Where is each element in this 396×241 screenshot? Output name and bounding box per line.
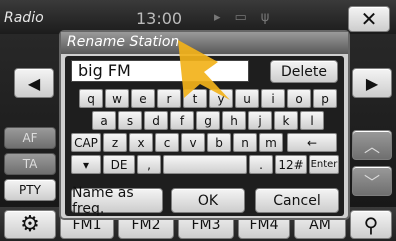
key-q[interactable]: q — [79, 89, 103, 108]
name-as-freq-button[interactable]: Name as freq. — [71, 185, 163, 217]
status-bar: Radio 13:00 ▸▭ψ — [0, 0, 396, 34]
key-x[interactable]: x — [129, 133, 153, 152]
close-icon: ✕ — [360, 7, 378, 31]
key-v[interactable]: v — [181, 133, 205, 152]
key-b[interactable]: b — [207, 133, 231, 152]
key-k[interactable]: k — [274, 111, 298, 130]
cancel-button[interactable]: Cancel — [255, 188, 339, 213]
search-button[interactable]: ⚲ — [350, 210, 392, 239]
scroll-up-button[interactable]: ︿ — [352, 130, 392, 160]
key-n[interactable]: n — [233, 133, 257, 152]
chevron-down-icon: ﹀ — [363, 173, 380, 192]
key-j[interactable]: j — [248, 111, 272, 130]
ok-button[interactable]: OK — [171, 188, 245, 213]
pointer-arrow-shape — [178, 40, 230, 100]
delete-label: Delete — [281, 63, 327, 80]
ok-label: OK — [197, 192, 219, 209]
close-button[interactable]: ✕ — [348, 6, 390, 32]
key-m[interactable]: m — [259, 133, 283, 152]
arrow-right-icon: ▶ — [365, 73, 379, 93]
caret-down-icon: ▾ — [82, 157, 90, 172]
cancel-label: Cancel — [273, 192, 321, 209]
next-station-button[interactable]: ▶ — [352, 68, 392, 98]
pointer-arrow-icon — [178, 40, 230, 100]
scroll-down-button[interactable]: ﹀ — [352, 166, 392, 196]
key-l[interactable]: l — [300, 111, 324, 130]
key-enter[interactable]: Enter — [309, 155, 339, 174]
name-as-freq-label: Name as freq. — [72, 184, 134, 217]
backspace-key[interactable]: ← — [287, 133, 337, 152]
status-icons: ▸▭ψ — [214, 10, 284, 25]
search-icon: ⚲ — [363, 212, 379, 237]
pty-button[interactable]: PTY — [4, 179, 56, 201]
key-c[interactable]: c — [155, 133, 179, 152]
delete-button[interactable]: Delete — [270, 60, 338, 83]
ta-label: TA — [22, 157, 38, 171]
key-o[interactable]: o — [287, 89, 311, 108]
key-a[interactable]: a — [92, 111, 116, 130]
af-label: AF — [22, 131, 38, 145]
key-u[interactable]: u — [235, 89, 259, 108]
key-layout-toggle[interactable]: ▾ — [71, 155, 101, 174]
key-period[interactable]: . — [249, 155, 273, 174]
clock: 13:00 — [136, 9, 183, 28]
gear-icon: ⚙ — [20, 212, 40, 237]
key-language-de[interactable]: DE — [103, 155, 135, 174]
arrow-left-icon: ◀ — [27, 73, 41, 93]
status-title: Radio — [4, 10, 44, 26]
ta-button[interactable]: TA — [4, 153, 56, 175]
pty-label: PTY — [19, 183, 41, 197]
key-comma[interactable]: , — [137, 155, 161, 174]
key-space[interactable] — [163, 155, 247, 174]
key-numbers[interactable]: 12# — [275, 155, 307, 174]
key-p[interactable]: p — [313, 89, 337, 108]
key-i[interactable]: i — [261, 89, 285, 108]
backspace-icon: ← — [306, 135, 318, 150]
key-z[interactable]: z — [103, 133, 127, 152]
key-caps[interactable]: CAP — [71, 133, 101, 152]
af-button[interactable]: AF — [4, 127, 56, 149]
prev-station-button[interactable]: ◀ — [14, 68, 54, 98]
chevron-up-icon: ︿ — [363, 137, 380, 156]
settings-button[interactable]: ⚙ — [4, 210, 56, 239]
